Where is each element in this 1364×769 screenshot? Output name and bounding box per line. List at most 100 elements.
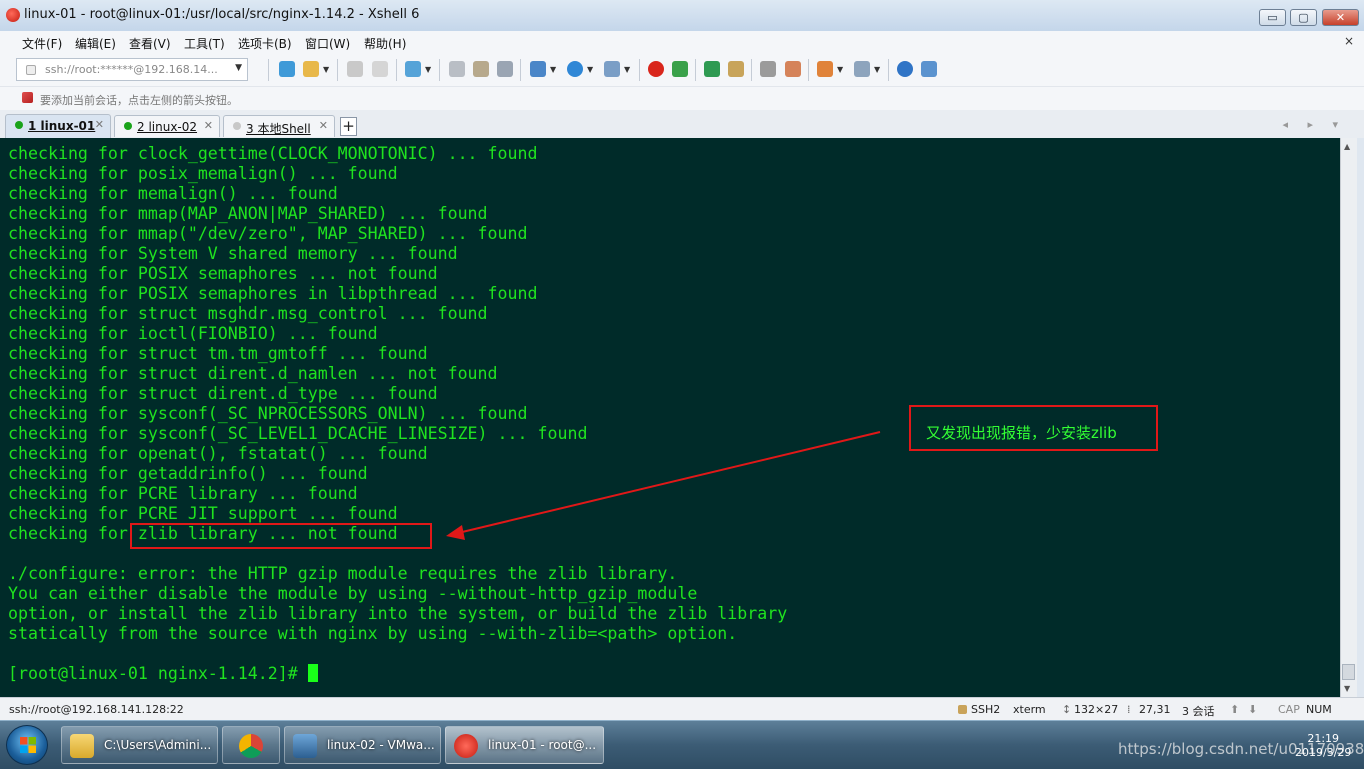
menu-file[interactable]: 文件(F) bbox=[22, 35, 62, 52]
connection-status: ssh://root@192.168.141.128:22 bbox=[9, 703, 184, 716]
tab-linux-01[interactable]: 1 linux-01 ✕ bbox=[5, 114, 111, 138]
terminal-line: checking for mmap("/dev/zero", MAP_SHARE… bbox=[8, 224, 528, 243]
find-icon[interactable] bbox=[497, 61, 513, 77]
terminal-line: statically from the source with nginx by… bbox=[8, 624, 738, 643]
scroll-thumb[interactable] bbox=[1342, 664, 1355, 680]
tab-linux-02[interactable]: 2 linux-02 ✕ bbox=[114, 115, 220, 137]
help-icon[interactable] bbox=[897, 61, 913, 77]
xftp-icon[interactable] bbox=[648, 61, 664, 77]
xagent-icon[interactable] bbox=[672, 61, 688, 77]
chat-icon[interactable] bbox=[921, 61, 937, 77]
terminal-size-status: 132×27 bbox=[1074, 703, 1119, 716]
taskbar-xshell[interactable]: linux-01 - root@... bbox=[445, 726, 604, 764]
close-icon: ✕ bbox=[1335, 11, 1346, 24]
font-icon[interactable] bbox=[604, 61, 620, 77]
open-folder-icon[interactable] bbox=[303, 61, 319, 77]
download-icon[interactable]: ⬇ bbox=[1248, 703, 1257, 716]
fullscreen-icon[interactable] bbox=[704, 61, 720, 77]
highlight-icon[interactable] bbox=[785, 61, 801, 77]
close-tab-icon[interactable]: ✕ bbox=[319, 119, 328, 132]
copy-icon[interactable] bbox=[449, 61, 465, 77]
start-button[interactable] bbox=[6, 725, 48, 765]
title-bar: linux-01 - root@linux-01:/usr/local/src/… bbox=[0, 0, 1364, 32]
toolbar-separator bbox=[439, 59, 440, 81]
menu-tabs[interactable]: 选项卡(B) bbox=[238, 35, 292, 52]
maximize-button[interactable]: ▢ bbox=[1290, 9, 1317, 26]
settings-icon[interactable] bbox=[405, 61, 421, 77]
new-tab-button[interactable]: + bbox=[340, 117, 357, 136]
terminal-type-status: xterm bbox=[1013, 703, 1046, 716]
toolbar-separator bbox=[808, 59, 809, 81]
terminal-line: You can either disable the module by usi… bbox=[8, 584, 698, 603]
globe-icon[interactable] bbox=[567, 61, 583, 77]
vmware-icon bbox=[293, 734, 317, 758]
settings-dropdown-icon[interactable]: ▼ bbox=[425, 65, 431, 74]
transfer-icon[interactable] bbox=[530, 61, 546, 77]
terminal-scrollbar[interactable] bbox=[1340, 138, 1358, 697]
new-session-icon[interactable] bbox=[279, 61, 295, 77]
menu-help[interactable]: 帮助(H) bbox=[364, 35, 406, 52]
address-bar[interactable]: ssh://root:******@192.168.14... ▼ bbox=[16, 58, 248, 81]
compose-dropdown-icon[interactable]: ▼ bbox=[837, 65, 843, 74]
scroll-down-icon[interactable]: ▼ bbox=[1344, 684, 1350, 693]
secure-lock-icon bbox=[958, 705, 967, 714]
tab-label: 1 linux-01 bbox=[28, 119, 96, 133]
taskbar-explorer[interactable]: C:\Users\Admini... bbox=[61, 726, 218, 764]
font-dropdown-icon[interactable]: ▼ bbox=[624, 65, 630, 74]
connected-status-dot bbox=[124, 122, 132, 130]
session-hint-bar: 要添加当前会话，点击左侧的箭头按钮。 bbox=[0, 86, 1364, 111]
add-session-arrow-icon[interactable] bbox=[22, 92, 33, 103]
layout-icon[interactable] bbox=[854, 61, 870, 77]
layout-dropdown-icon[interactable]: ▼ bbox=[874, 65, 880, 74]
menu-tools[interactable]: 工具(T) bbox=[184, 35, 225, 52]
menu-bar: 文件(F) 编辑(E) 查看(V) 工具(T) 选项卡(B) 窗口(W) 帮助(… bbox=[0, 31, 1364, 53]
highlight-box-zlib bbox=[130, 523, 432, 549]
terminal-line: checking for getaddrinfo() ... found bbox=[8, 464, 368, 483]
terminal-line: checking for System V shared memory ... … bbox=[8, 244, 458, 263]
transfer-dropdown-icon[interactable]: ▼ bbox=[550, 65, 556, 74]
disconnect-icon[interactable] bbox=[347, 61, 363, 77]
taskbar-chrome[interactable] bbox=[222, 726, 280, 764]
xshell-app-icon[interactable] bbox=[6, 8, 20, 22]
terminal-line: checking for memalign() ... found bbox=[8, 184, 338, 203]
menu-window[interactable]: 窗口(W) bbox=[305, 35, 350, 52]
taskbar-vmware[interactable]: linux-02 - VMwa... bbox=[284, 726, 441, 764]
scroll-up-icon[interactable]: ▲ bbox=[1344, 142, 1350, 151]
minimize-button[interactable]: ▭ bbox=[1259, 9, 1286, 26]
reconnect-icon[interactable] bbox=[372, 61, 388, 77]
tab-local-shell[interactable]: 3 本地Shell ✕ bbox=[223, 115, 335, 137]
lock-screen-icon[interactable] bbox=[728, 61, 744, 77]
tab-navigation-arrows[interactable]: ◂ ▸ ▾ bbox=[1282, 118, 1346, 131]
session-tab-bar: 1 linux-01 ✕ 2 linux-02 ✕ 3 本地Shell ✕ + … bbox=[0, 110, 1364, 139]
window-frame-edge bbox=[1357, 138, 1364, 697]
keyboard-icon[interactable] bbox=[760, 61, 776, 77]
menu-view[interactable]: 查看(V) bbox=[129, 35, 171, 52]
terminal-line: checking for ioctl(FIONBIO) ... found bbox=[8, 324, 378, 343]
folder-icon bbox=[70, 734, 94, 758]
size-icon: ↕ bbox=[1062, 703, 1072, 716]
caps-lock-indicator: CAP bbox=[1278, 703, 1300, 716]
close-window-button[interactable]: ✕ bbox=[1322, 9, 1359, 26]
terminal-line: checking for openat(), fstatat() ... fou… bbox=[8, 444, 428, 463]
toolbar-separator bbox=[268, 59, 269, 81]
address-dropdown-icon[interactable]: ▼ bbox=[235, 63, 242, 73]
system-clock[interactable]: 21:19 2019/3/29 bbox=[1295, 732, 1351, 760]
toolbar-separator bbox=[639, 59, 640, 81]
terminal-output: checking for clock_gettime(CLOCK_MONOTON… bbox=[8, 144, 787, 684]
open-dropdown-icon[interactable]: ▼ bbox=[323, 65, 329, 74]
terminal-line: option, or install the zlib library into… bbox=[8, 604, 788, 623]
toolbar-separator bbox=[337, 59, 338, 81]
compose-icon[interactable] bbox=[817, 61, 833, 77]
upload-icon[interactable]: ⬆ bbox=[1230, 703, 1239, 716]
hint-text: 要添加当前会话，点击左侧的箭头按钮。 bbox=[40, 94, 238, 107]
globe-dropdown-icon[interactable]: ▼ bbox=[587, 65, 593, 74]
close-tab-icon[interactable]: ✕ bbox=[204, 119, 213, 132]
status-bar: ssh://root@192.168.141.128:22 SSH2 xterm… bbox=[0, 697, 1364, 721]
close-tab-icon[interactable]: ✕ bbox=[95, 118, 104, 131]
num-lock-indicator: NUM bbox=[1306, 703, 1332, 716]
menu-close-icon[interactable]: × bbox=[1344, 34, 1354, 48]
task-label: linux-01 - root@... bbox=[488, 738, 597, 752]
paste-icon[interactable] bbox=[473, 61, 489, 77]
menu-edit[interactable]: 编辑(E) bbox=[75, 35, 116, 52]
protocol-status: SSH2 bbox=[971, 703, 1001, 716]
